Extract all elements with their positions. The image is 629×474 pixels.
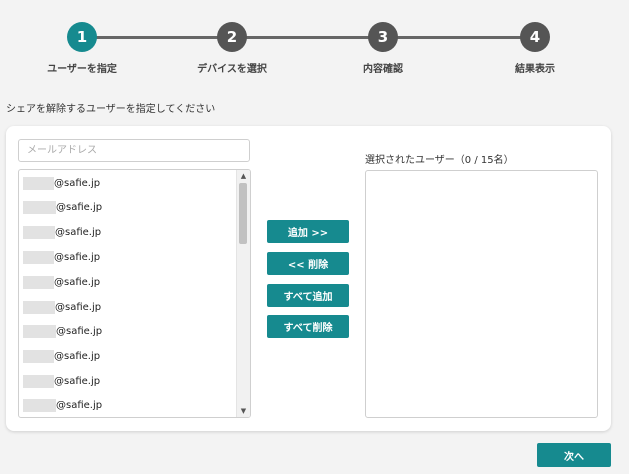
email-suffix: @safie.jp [56, 325, 103, 337]
redacted-block [23, 324, 56, 338]
available-user-list[interactable]: @safie.jp @safie.jp @safie.jp @safie.jp … [18, 169, 251, 418]
list-item[interactable]: @safie.jp [19, 245, 236, 269]
scroll-up-arrow-icon[interactable]: ▲ [237, 170, 250, 182]
next-button[interactable]: 次へ [537, 443, 611, 467]
add-button[interactable]: 追加 >> [267, 220, 349, 243]
list-item[interactable]: @safie.jp [19, 369, 236, 393]
step-3-label: 内容確認 [363, 64, 403, 75]
list-scrollbar[interactable]: ▲ ▼ [236, 170, 250, 417]
list-item[interactable]: @safie.jp [19, 195, 236, 219]
email-suffix: @safie.jp [55, 301, 102, 313]
list-item[interactable]: @safie.jp [19, 270, 236, 294]
step-4-label: 結果表示 [515, 64, 555, 75]
user-selection-panel: @safie.jp @safie.jp @safie.jp @safie.jp … [6, 126, 611, 431]
available-user-items: @safie.jp @safie.jp @safie.jp @safie.jp … [19, 170, 236, 417]
redacted-block [23, 300, 55, 314]
email-suffix: @safie.jp [54, 375, 101, 387]
email-suffix: @safie.jp [54, 350, 101, 362]
step-connector [96, 36, 527, 39]
email-search-input[interactable] [18, 139, 250, 162]
redacted-block [23, 200, 56, 214]
redacted-block [23, 225, 55, 239]
list-item[interactable]: @safie.jp [19, 344, 236, 368]
step-1-label: ユーザーを指定 [47, 64, 117, 75]
step-3-circle: 3 [368, 22, 398, 52]
add-all-button[interactable]: すべて追加 [267, 284, 349, 307]
step-1-circle: 1 [67, 22, 97, 52]
redacted-block [23, 275, 54, 289]
step-2-circle: 2 [217, 22, 247, 52]
email-suffix: @safie.jp [56, 399, 103, 411]
list-item[interactable]: @safie.jp [19, 171, 236, 195]
stepper: 1 2 3 4 ユーザーを指定 デバイスを選択 内容確認 結果表示 [0, 0, 629, 80]
remove-button[interactable]: << 削除 [267, 252, 349, 275]
redacted-block [23, 250, 54, 264]
scroll-thumb[interactable] [239, 183, 247, 244]
redacted-block [23, 398, 56, 412]
list-item[interactable]: @safie.jp [19, 319, 236, 343]
email-suffix: @safie.jp [54, 177, 101, 189]
instruction-text: シェアを解除するユーザーを指定してください [6, 104, 216, 115]
email-suffix: @safie.jp [54, 251, 101, 263]
email-suffix: @safie.jp [54, 276, 101, 288]
list-item[interactable]: @safie.jp [19, 295, 236, 319]
redacted-block [23, 349, 54, 363]
remove-all-button[interactable]: すべて削除 [267, 315, 349, 338]
redacted-block [23, 374, 54, 388]
email-suffix: @safie.jp [56, 201, 103, 213]
email-suffix: @safie.jp [55, 226, 102, 238]
list-item[interactable]: @safie.jp [19, 220, 236, 244]
scroll-down-arrow-icon[interactable]: ▼ [237, 405, 250, 417]
selected-users-label: 選択されたユーザー（0 / 15名） [365, 155, 514, 166]
step-2-label: デバイスを選択 [197, 64, 267, 75]
step-4-circle: 4 [520, 22, 550, 52]
selected-user-list[interactable] [365, 170, 598, 418]
redacted-block [23, 176, 54, 190]
list-item[interactable]: @safie.jp [19, 393, 236, 417]
